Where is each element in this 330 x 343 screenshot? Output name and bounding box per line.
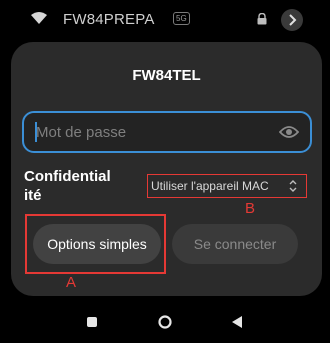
privacy-label: Confidential ité bbox=[24, 167, 124, 205]
privacy-label-line1: Confidential bbox=[24, 168, 111, 185]
privacy-label-line2: ité bbox=[24, 187, 42, 204]
password-field[interactable] bbox=[22, 111, 312, 153]
dialog-title: FW84TEL bbox=[132, 67, 201, 84]
status-bar: FW84PREPA 5G bbox=[0, 0, 330, 40]
up-down-chevron-icon bbox=[289, 180, 297, 192]
password-input[interactable] bbox=[36, 113, 261, 151]
mac-address-select[interactable]: Utiliser l'appareil MAC bbox=[147, 174, 307, 198]
navigation-bar bbox=[0, 300, 330, 343]
back-triangle-icon[interactable] bbox=[231, 315, 243, 329]
eye-icon[interactable] bbox=[279, 124, 299, 140]
network-details-button[interactable] bbox=[281, 9, 303, 31]
annotation-b-label: B bbox=[245, 200, 256, 217]
band-badge: 5G bbox=[173, 12, 190, 25]
wifi-password-dialog: FW84TEL Confidential ité Utiliser l'appa… bbox=[11, 42, 322, 296]
chevron-right-icon bbox=[289, 14, 297, 26]
lock-icon bbox=[257, 13, 267, 25]
simple-options-button[interactable]: Options simples bbox=[33, 224, 161, 264]
mac-select-value: Utiliser l'appareil MAC bbox=[151, 179, 269, 193]
wifi-icon bbox=[31, 12, 47, 24]
connect-button[interactable]: Se connecter bbox=[172, 224, 298, 264]
home-circle-icon[interactable] bbox=[158, 315, 172, 329]
recents-square-icon[interactable] bbox=[87, 317, 97, 327]
network-ssid: FW84PREPA bbox=[63, 11, 155, 28]
annotation-a-label: A bbox=[66, 274, 77, 291]
